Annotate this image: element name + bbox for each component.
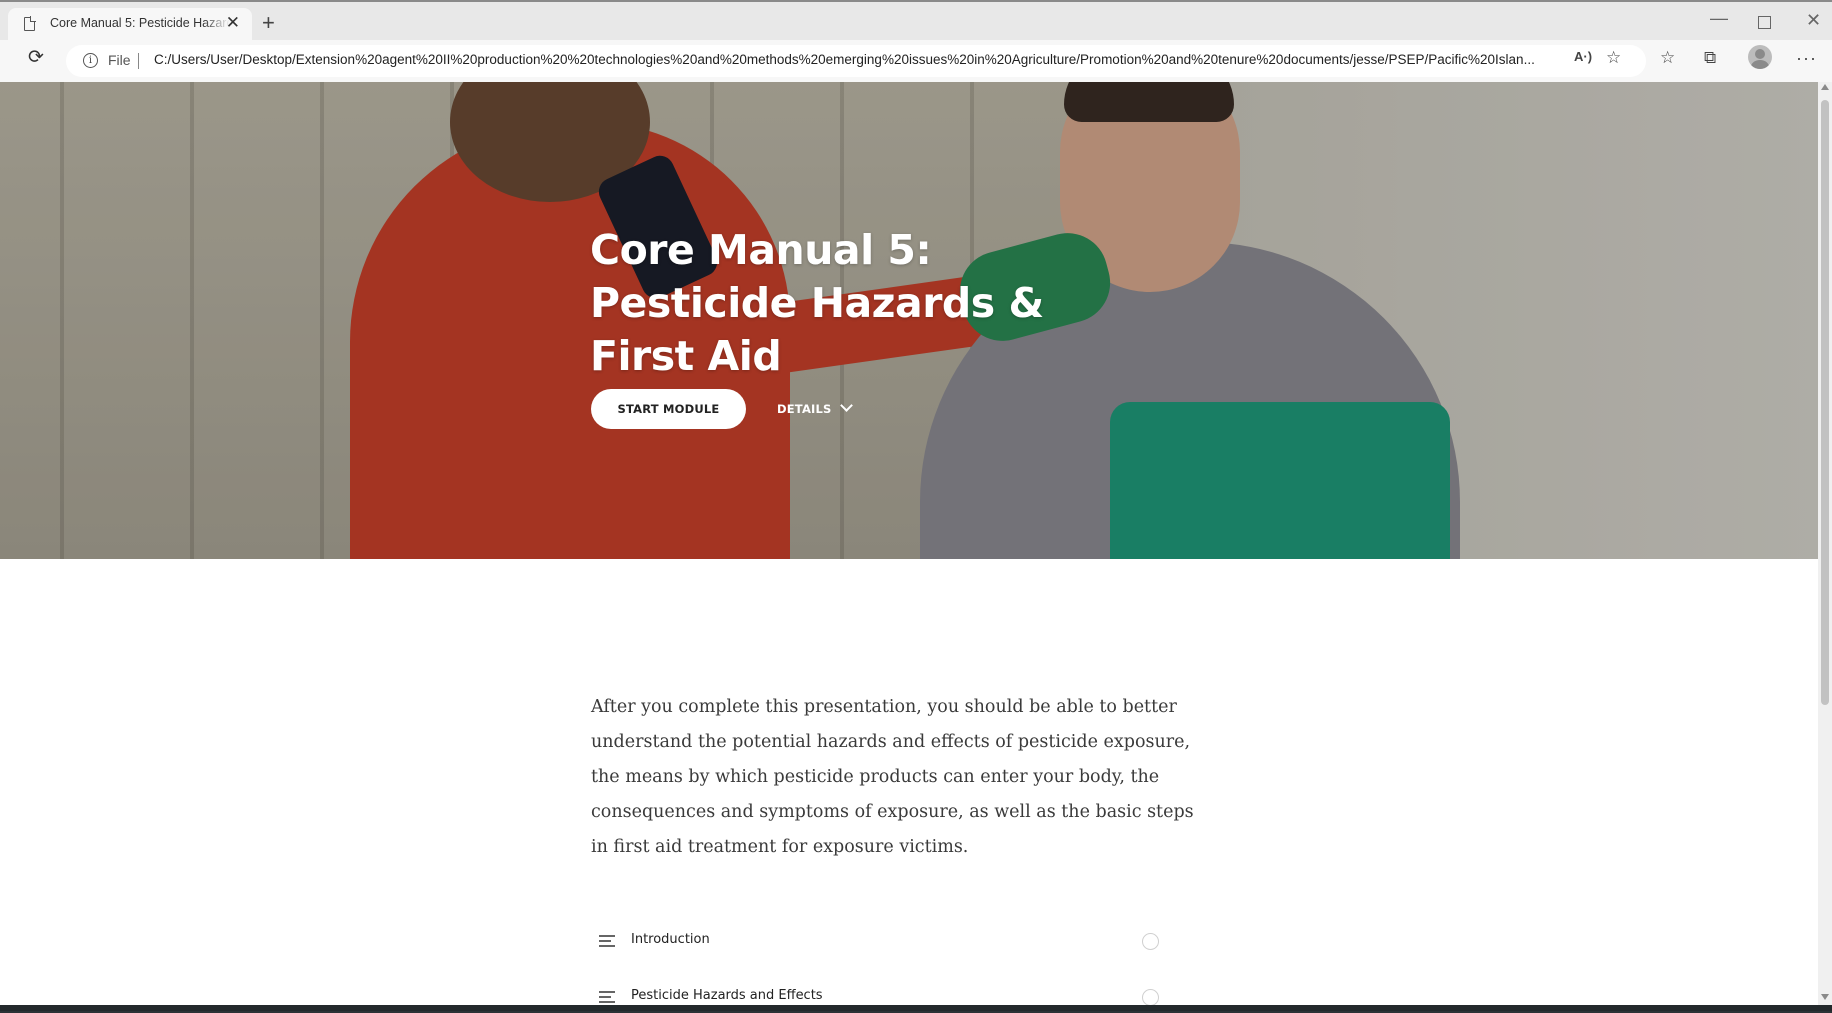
hero-banner: Core Manual 5: Pesticide Hazards & First… xyxy=(0,82,1818,559)
document-icon xyxy=(24,16,36,31)
close-tab-icon[interactable]: ✕ xyxy=(226,14,240,32)
module-content: After you complete this presentation, yo… xyxy=(0,559,1818,1006)
browser-tab[interactable]: Core Manual 5: Pesticide Hazards & First… xyxy=(8,8,252,40)
address-bar[interactable]: i File C:/Users/User/Desktop/Extension%2… xyxy=(66,45,1646,77)
new-tab-button[interactable]: + xyxy=(262,12,275,34)
browser-chrome: Core Manual 5: Pesticide Hazards & First… xyxy=(0,0,1832,84)
lesson-status-circle-icon xyxy=(1142,933,1159,950)
address-separator xyxy=(138,53,139,69)
more-options-icon[interactable]: ··· xyxy=(1796,49,1817,67)
scroll-down-icon[interactable] xyxy=(1821,994,1829,1000)
tab-strip: Core Manual 5: Pesticide Hazards & First… xyxy=(0,2,1832,40)
module-description: After you complete this presentation, yo… xyxy=(591,697,1194,857)
info-icon[interactable]: i xyxy=(83,53,98,68)
lesson-text-icon xyxy=(599,991,615,1003)
address-scheme-label: File xyxy=(108,52,131,68)
lesson-item-introduction[interactable]: Introduction xyxy=(591,927,1161,957)
scrollbar-thumb[interactable] xyxy=(1821,100,1829,705)
lesson-text-icon xyxy=(599,935,615,947)
start-module-button[interactable]: START MODULE xyxy=(591,389,746,429)
close-window-icon[interactable]: ✕ xyxy=(1806,10,1821,31)
add-favorite-icon[interactable]: ☆ xyxy=(1606,49,1621,67)
tab-title: Core Manual 5: Pesticide Hazards & First… xyxy=(50,16,230,30)
chevron-down-icon xyxy=(839,399,853,412)
reload-icon[interactable]: ⟳ xyxy=(28,48,46,67)
profile-avatar-icon[interactable] xyxy=(1748,45,1772,69)
module-title: Core Manual 5: Pesticide Hazards & First… xyxy=(590,226,1044,380)
lesson-label: Pesticide Hazards and Effects xyxy=(631,988,823,1003)
maximize-window-icon[interactable] xyxy=(1758,16,1771,29)
collections-icon[interactable]: ⧉ xyxy=(1704,49,1716,67)
favorites-icon[interactable]: ☆ xyxy=(1660,49,1675,67)
minimize-window-icon[interactable]: — xyxy=(1710,8,1728,29)
details-label: DETAILS xyxy=(777,402,832,416)
details-toggle[interactable]: DETAILS xyxy=(777,399,853,416)
url-text[interactable]: C:/Users/User/Desktop/Extension%20agent%… xyxy=(154,52,1624,67)
taskbar-edge xyxy=(0,1005,1832,1011)
page-scrollbar[interactable] xyxy=(1818,82,1832,1005)
read-aloud-icon[interactable]: A·) xyxy=(1574,48,1592,66)
lesson-label: Introduction xyxy=(631,932,710,947)
browser-toolbar: ⟳ i File C:/Users/User/Desktop/Extension… xyxy=(0,40,1832,84)
lesson-status-circle-icon xyxy=(1142,989,1159,1006)
scroll-up-icon[interactable] xyxy=(1821,84,1829,90)
